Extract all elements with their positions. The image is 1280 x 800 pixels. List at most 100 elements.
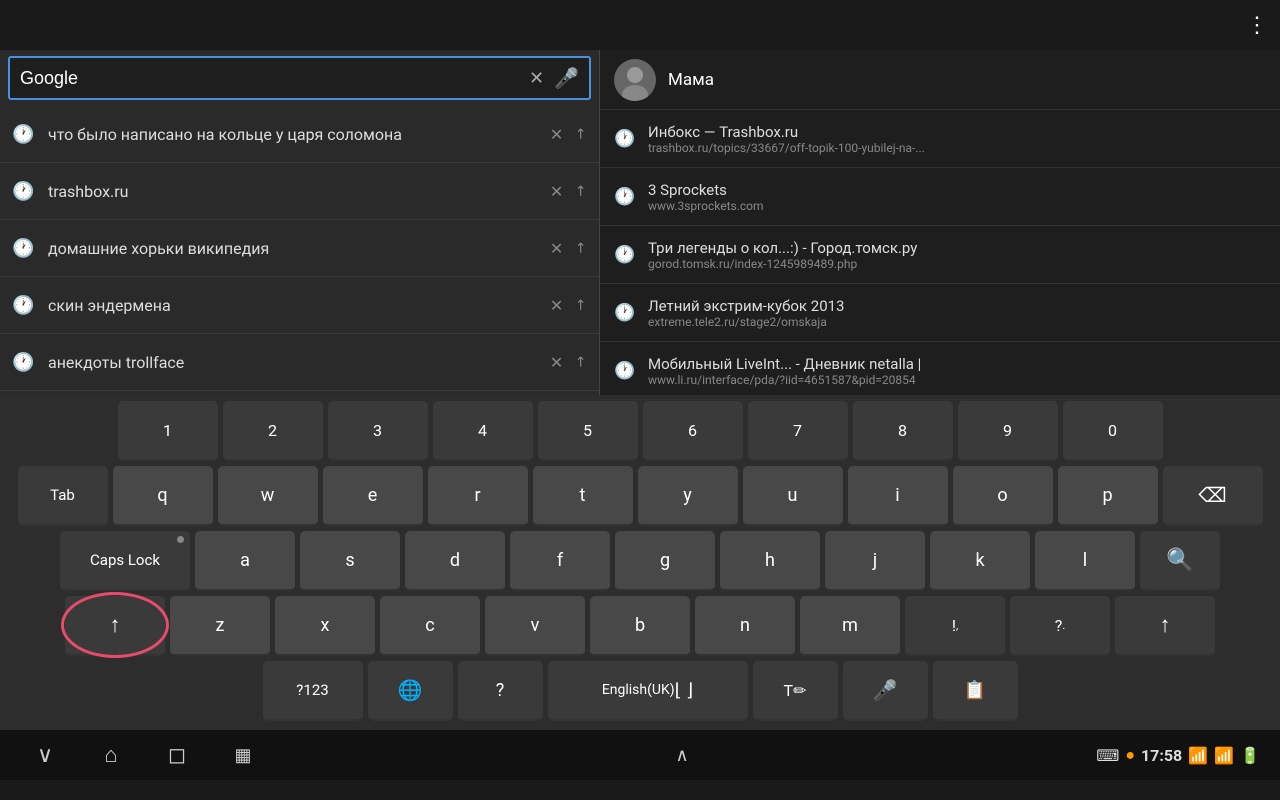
search-bar: ✕ 🎤 xyxy=(8,56,591,100)
history-icon: 🕐 xyxy=(12,238,34,259)
key-q[interactable]: q xyxy=(113,466,213,526)
key-exclaim[interactable]: !, xyxy=(905,596,1005,656)
nav-recents-button[interactable]: ◻ xyxy=(152,743,202,768)
key-question[interactable]: ?. xyxy=(1010,596,1110,656)
suggestion-remove-button[interactable]: ✕ xyxy=(550,353,563,372)
more-icon[interactable]: ⋮ xyxy=(1246,13,1270,38)
key-text-edit[interactable]: T✏ xyxy=(753,661,838,721)
key-a[interactable]: a xyxy=(195,531,295,591)
search-input[interactable] xyxy=(20,68,529,89)
key-clipboard[interactable]: 📋 xyxy=(933,661,1018,721)
key-tab[interactable]: Tab xyxy=(18,466,108,526)
suggestion-fill-button[interactable]: ↗ xyxy=(571,352,591,372)
status-bar: ⌨ ● 17:58 📶 📶 🔋 xyxy=(1096,745,1260,765)
keyboard: 1 2 3 4 5 6 7 8 9 0 Tab q w e r t y u i … xyxy=(0,395,1280,730)
search-clear-button[interactable]: ✕ xyxy=(529,68,544,89)
history-content: 3 Sprockets www.3sprockets.com xyxy=(648,181,1266,213)
key-h[interactable]: h xyxy=(720,531,820,591)
history-url: gorod.tomsk.ru/index-1245989489.php xyxy=(648,257,1266,271)
key-9[interactable]: 9 xyxy=(958,401,1058,461)
suggestion-remove-button[interactable]: ✕ xyxy=(550,296,563,315)
key-shift-right[interactable]: ↑ xyxy=(1115,596,1215,656)
suggestion-item[interactable]: 🕐 анекдоты trollface ✕ ↗ xyxy=(0,334,599,391)
key-k[interactable]: k xyxy=(930,531,1030,591)
history-title: Мобильный LiveInt... - Дневник netalla | xyxy=(648,355,1266,373)
suggestion-fill-button[interactable]: ↗ xyxy=(571,181,591,201)
key-g[interactable]: g xyxy=(615,531,715,591)
key-t[interactable]: t xyxy=(533,466,633,526)
key-6[interactable]: 6 xyxy=(643,401,743,461)
key-c[interactable]: c xyxy=(380,596,480,656)
suggestion-fill-button[interactable]: ↗ xyxy=(571,238,591,258)
key-w[interactable]: w xyxy=(218,466,318,526)
key-capslock[interactable]: Caps Lock xyxy=(60,531,190,591)
clock-icon: 🕐 xyxy=(614,129,636,149)
key-4[interactable]: 4 xyxy=(433,401,533,461)
key-s[interactable]: s xyxy=(300,531,400,591)
key-i[interactable]: i xyxy=(848,466,948,526)
key-search[interactable]: 🔍 xyxy=(1140,531,1220,591)
suggestion-text: домашние хорьки википедия xyxy=(48,239,550,258)
key-shift-left[interactable]: ↑ xyxy=(65,596,165,656)
suggestion-text: что было написано на кольце у царя солом… xyxy=(48,125,550,144)
key-2[interactable]: 2 xyxy=(223,401,323,461)
key-question-mark[interactable]: ? xyxy=(458,661,543,721)
key-3[interactable]: 3 xyxy=(328,401,428,461)
suggestion-item[interactable]: 🕐 домашние хорьки википедия ✕ ↗ xyxy=(0,220,599,277)
key-f[interactable]: f xyxy=(510,531,610,591)
clock-icon: 🕐 xyxy=(614,303,636,323)
history-icon: 🕐 xyxy=(12,352,34,373)
key-y[interactable]: y xyxy=(638,466,738,526)
key-globe[interactable]: 🌐 xyxy=(368,661,453,721)
key-r[interactable]: r xyxy=(428,466,528,526)
key-5[interactable]: 5 xyxy=(538,401,638,461)
key-e[interactable]: e xyxy=(323,466,423,526)
key-j[interactable]: j xyxy=(825,531,925,591)
suggestion-item[interactable]: 🕐 скин эндермена ✕ ↗ xyxy=(0,277,599,334)
key-m[interactable]: m xyxy=(800,596,900,656)
key-p[interactable]: p xyxy=(1058,466,1158,526)
key-b[interactable]: b xyxy=(590,596,690,656)
suggestion-fill-button[interactable]: ↗ xyxy=(571,124,591,144)
suggestion-text: trashbox.ru xyxy=(48,182,550,201)
nav-back-button[interactable]: ∨ xyxy=(20,743,70,768)
key-n[interactable]: n xyxy=(695,596,795,656)
nav-qr-button[interactable]: ▦ xyxy=(218,745,268,766)
key-l[interactable]: l xyxy=(1035,531,1135,591)
suggestion-item[interactable]: 🕐 trashbox.ru ✕ ↗ xyxy=(0,163,599,220)
history-item[interactable]: 🕐 Мобильный LiveInt... - Дневник netalla… xyxy=(600,342,1280,400)
history-title: 3 Sprockets xyxy=(648,181,1266,199)
history-item[interactable]: 🕐 Инбокс — Trashbox.ru trashbox.ru/topic… xyxy=(600,110,1280,168)
top-bar: ⋮ xyxy=(0,0,1280,50)
key-u[interactable]: u xyxy=(743,466,843,526)
key-o[interactable]: o xyxy=(953,466,1053,526)
key-1[interactable]: 1 xyxy=(118,401,218,461)
key-0[interactable]: 0 xyxy=(1063,401,1163,461)
suggestion-item[interactable]: 🕐 что было написано на кольце у царя сол… xyxy=(0,106,599,163)
key-z[interactable]: z xyxy=(170,596,270,656)
history-url: www.li.ru/interface/pda/?iid=4651587&pid… xyxy=(648,373,1266,387)
suggestion-remove-button[interactable]: ✕ xyxy=(550,125,563,144)
key-8[interactable]: 8 xyxy=(853,401,953,461)
history-item[interactable]: 🕐 3 Sprockets www.3sprockets.com xyxy=(600,168,1280,226)
history-item[interactable]: 🕐 Летний экстрим-кубок 2013 extreme.tele… xyxy=(600,284,1280,342)
suggestion-remove-button[interactable]: ✕ xyxy=(550,182,563,201)
history-item[interactable]: 🕐 Три легенды о кол...:) - Город.томск.р… xyxy=(600,226,1280,284)
suggestion-fill-button[interactable]: ↗ xyxy=(571,295,591,315)
nav-home-button[interactable]: ⌂ xyxy=(86,742,136,768)
key-language[interactable]: English(UK) ⌊ ⌋ xyxy=(548,661,748,721)
key-symbols[interactable]: ?123 xyxy=(263,661,363,721)
right-panel: Мама 🕐 Инбокс — Trashbox.ru trashbox.ru/… xyxy=(600,50,1280,395)
search-area: ✕ 🎤 🕐 что было написано на кольце у царя… xyxy=(0,50,1280,395)
key-mic[interactable]: 🎤 xyxy=(843,661,928,721)
key-backspace[interactable]: ⌫ xyxy=(1163,466,1263,526)
key-7[interactable]: 7 xyxy=(748,401,848,461)
keyboard-icon: ⌨ xyxy=(1096,746,1119,765)
key-x[interactable]: x xyxy=(275,596,375,656)
contact-item[interactable]: Мама xyxy=(600,50,1280,110)
nav-up-button[interactable]: ∧ xyxy=(657,745,707,766)
key-v[interactable]: v xyxy=(485,596,585,656)
search-mic-button[interactable]: 🎤 xyxy=(554,66,579,90)
suggestion-remove-button[interactable]: ✕ xyxy=(550,239,563,258)
key-d[interactable]: d xyxy=(405,531,505,591)
